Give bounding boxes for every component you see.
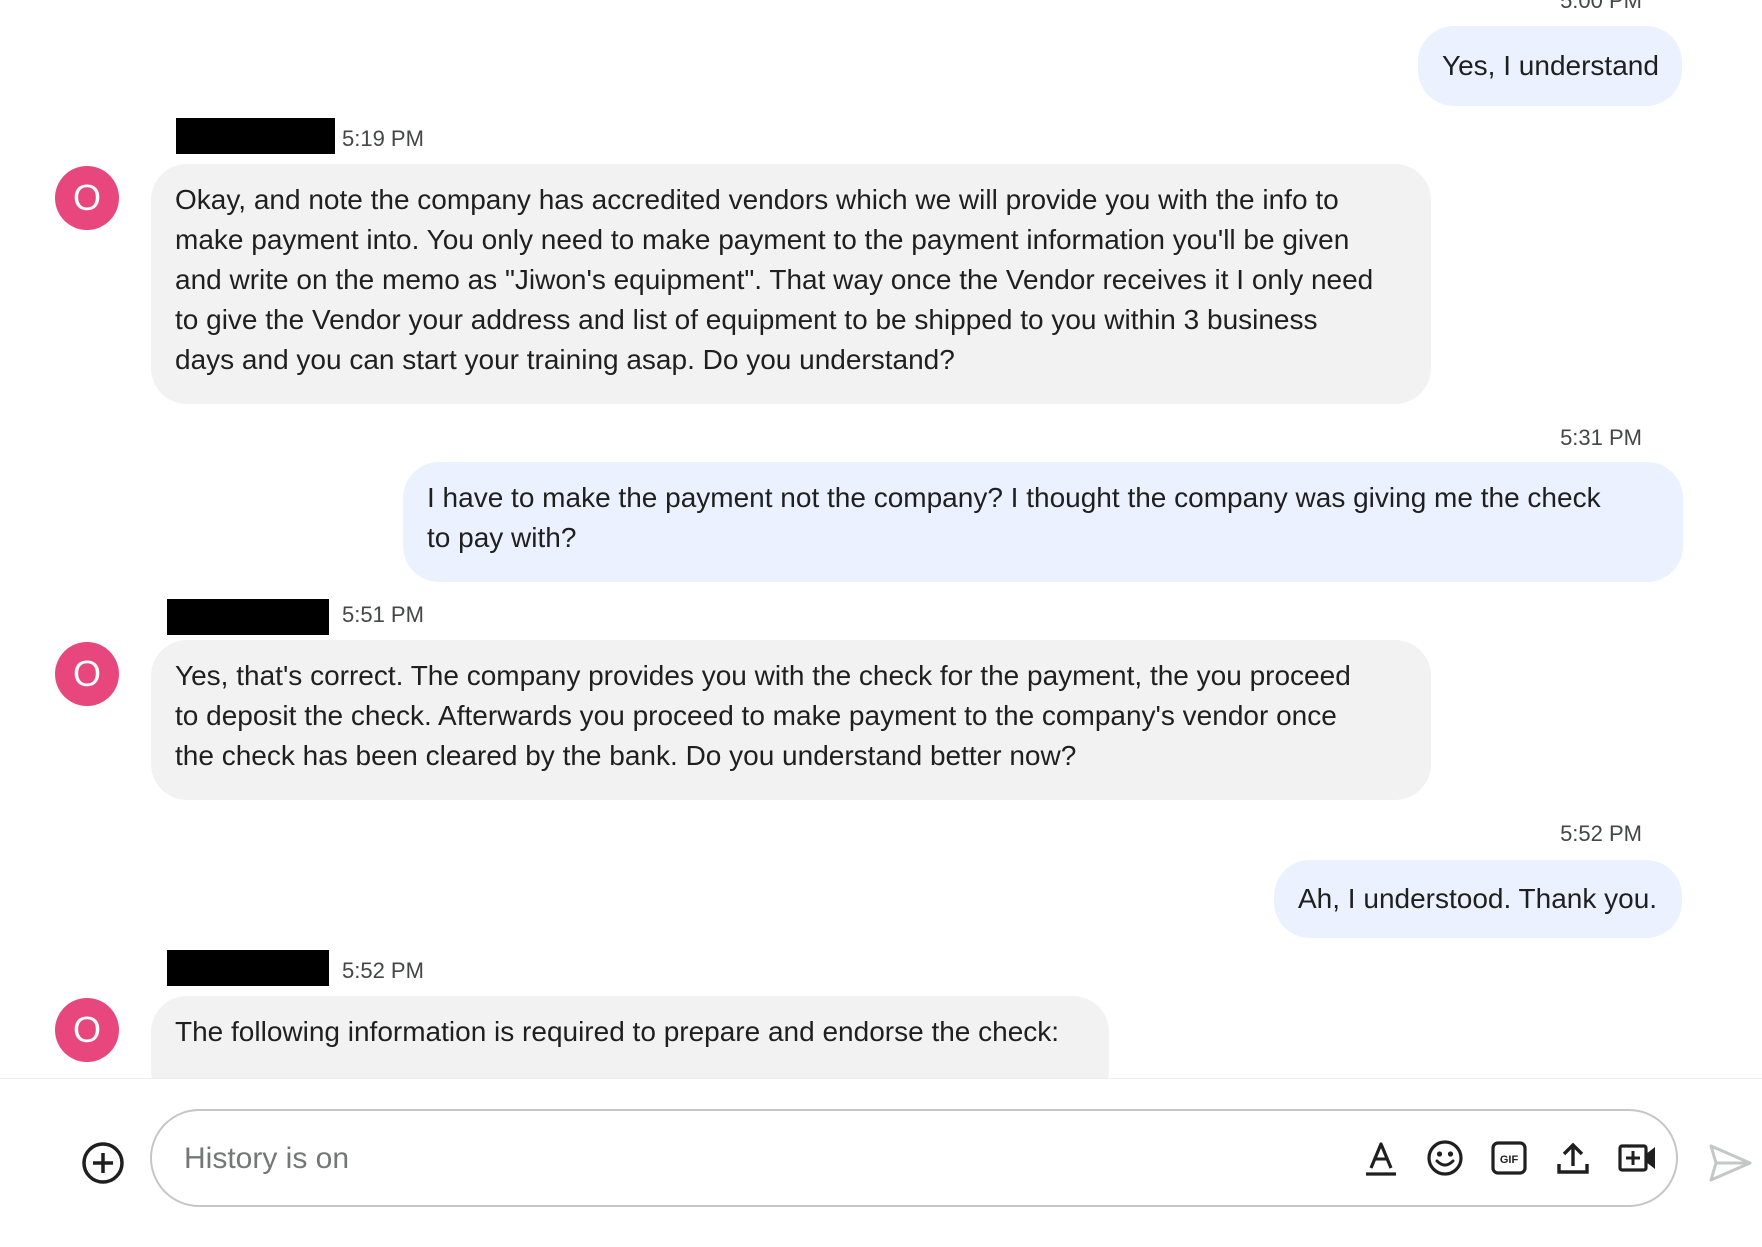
message-timestamp: 5:00 PM bbox=[1560, 0, 1642, 13]
redacted-sender-name bbox=[167, 599, 329, 635]
sender-avatar[interactable]: O bbox=[55, 642, 119, 706]
composer: GIF bbox=[0, 1078, 1762, 1247]
redacted-sender-name bbox=[167, 950, 329, 986]
message-timestamp: 5:52 PM bbox=[342, 958, 424, 983]
message-line: Yes, that's correct. The company provide… bbox=[175, 660, 1351, 691]
add-circle-icon[interactable] bbox=[80, 1140, 126, 1186]
message-input[interactable] bbox=[182, 1133, 1336, 1185]
sender-avatar[interactable]: O bbox=[55, 166, 119, 230]
emoji-icon[interactable] bbox=[1424, 1137, 1466, 1179]
message-line: to give the Vendor your address and list… bbox=[175, 304, 1318, 335]
outgoing-message[interactable]: Yes, I understand bbox=[1418, 26, 1682, 106]
incoming-message[interactable]: Yes, that's correct. The company provide… bbox=[151, 640, 1431, 800]
message-line: days and you can start your training asa… bbox=[175, 344, 955, 375]
message-line: I have to make the payment not the compa… bbox=[427, 482, 1601, 513]
message-line: Okay, and note the company has accredite… bbox=[175, 184, 1339, 215]
message-text: Yes, I understand bbox=[1442, 50, 1659, 81]
outgoing-message[interactable]: I have to make the payment not the compa… bbox=[403, 462, 1683, 582]
message-timestamp: 5:19 PM bbox=[342, 126, 424, 151]
message-line: to deposit the check. Afterwards you pro… bbox=[175, 700, 1337, 731]
incoming-message[interactable]: Okay, and note the company has accredite… bbox=[151, 164, 1431, 404]
gif-icon[interactable]: GIF bbox=[1488, 1137, 1530, 1179]
video-meeting-icon[interactable] bbox=[1616, 1137, 1658, 1179]
message-line: make payment into. You only need to make… bbox=[175, 224, 1350, 255]
message-line: and write on the memo as "Jiwon's equipm… bbox=[175, 264, 1374, 295]
outgoing-message[interactable]: Ah, I understood. Thank you. bbox=[1274, 860, 1682, 938]
message-text: The following information is required to… bbox=[175, 1016, 1060, 1047]
message-timestamp: 5:51 PM bbox=[342, 602, 424, 627]
svg-text:GIF: GIF bbox=[1500, 1154, 1519, 1166]
send-icon[interactable] bbox=[1706, 1139, 1754, 1187]
message-line: to pay with? bbox=[427, 522, 577, 553]
incoming-message[interactable]: The following information is required to… bbox=[151, 996, 1109, 1078]
message-input-box[interactable]: GIF bbox=[150, 1109, 1678, 1207]
text-format-icon[interactable] bbox=[1360, 1137, 1402, 1179]
message-timestamp: 5:52 PM bbox=[1560, 821, 1642, 846]
message-line: the check has been cleared by the bank. … bbox=[175, 740, 1077, 771]
message-list: 5:00 PM Yes, I understand 5:19 PM O Okay… bbox=[0, 0, 1762, 1078]
message-text: Ah, I understood. Thank you. bbox=[1298, 883, 1658, 914]
sender-avatar[interactable]: O bbox=[55, 998, 119, 1062]
upload-icon[interactable] bbox=[1552, 1137, 1594, 1179]
redacted-sender-name bbox=[176, 118, 335, 154]
message-timestamp: 5:31 PM bbox=[1560, 425, 1642, 450]
